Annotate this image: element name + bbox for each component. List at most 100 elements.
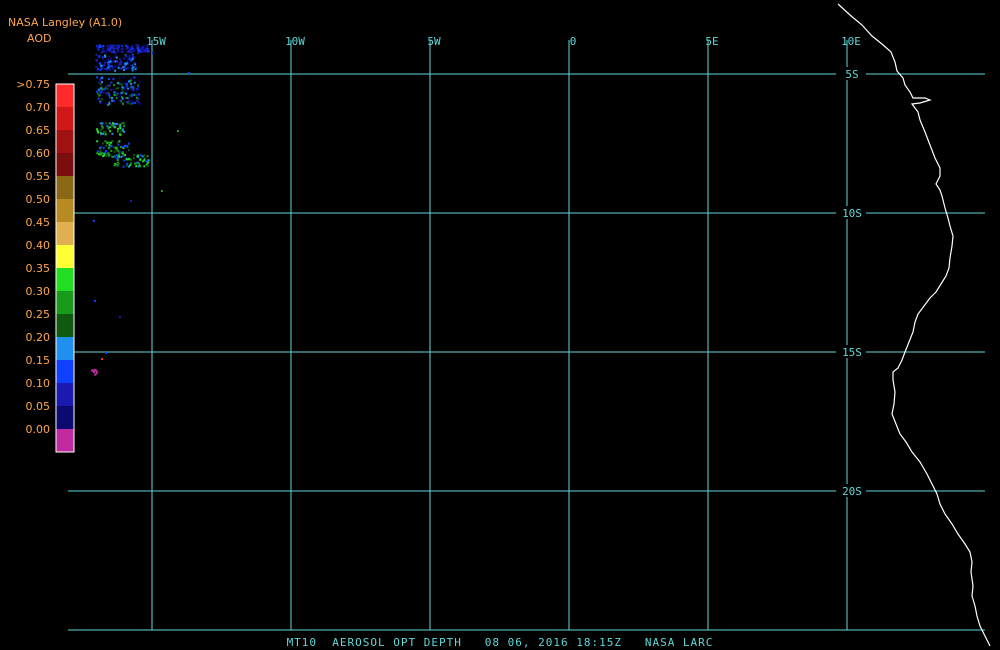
aod-pixel bbox=[121, 51, 124, 54]
aod-pixel bbox=[119, 83, 122, 86]
legend-label: 0.15 bbox=[25, 354, 51, 367]
aod-pixel bbox=[133, 88, 136, 91]
aod-pixel bbox=[120, 91, 123, 94]
aod-pixel bbox=[105, 352, 107, 354]
aod-pixel bbox=[116, 141, 119, 144]
aod-pixel bbox=[118, 63, 121, 66]
aod-pixel bbox=[124, 47, 127, 50]
aod-pixel bbox=[147, 50, 149, 53]
aod-pixel bbox=[114, 155, 117, 158]
aod-pixel bbox=[129, 47, 132, 50]
aod-pixel bbox=[97, 48, 100, 51]
aod-pixel bbox=[96, 152, 99, 155]
aod-pixel bbox=[107, 152, 110, 155]
aod-pixel bbox=[102, 50, 105, 53]
aod-pixel bbox=[112, 122, 114, 125]
aod-pixel bbox=[125, 44, 128, 47]
aod-pixel bbox=[144, 50, 147, 53]
aod-pixel bbox=[105, 144, 108, 147]
aod-pixel bbox=[114, 69, 117, 72]
aod-pixel bbox=[135, 162, 138, 165]
aod-pixel bbox=[100, 82, 102, 85]
latitude-label: 10S bbox=[842, 207, 862, 220]
longitude-label: 10E bbox=[841, 35, 861, 48]
aod-pixel bbox=[121, 83, 124, 86]
aod-pixel bbox=[96, 76, 98, 79]
aod-pixel bbox=[128, 142, 130, 145]
aod-pixel bbox=[131, 93, 134, 96]
aod-pixel bbox=[113, 91, 116, 94]
aod-pixel bbox=[101, 152, 104, 155]
source-label: NASA Langley (A1.0) bbox=[8, 16, 123, 29]
aod-pixel bbox=[137, 101, 140, 104]
aod-pixel bbox=[110, 150, 113, 152]
aod-pixel bbox=[120, 155, 123, 158]
aod-pixel bbox=[136, 44, 139, 47]
aod-pixel bbox=[114, 47, 116, 50]
aod-pixel bbox=[99, 62, 102, 65]
aod-pixel bbox=[144, 47, 147, 50]
aod-pixel bbox=[146, 44, 149, 47]
aod-pixel bbox=[99, 45, 102, 48]
latitude-label: 5S bbox=[845, 68, 858, 81]
aod-pixel bbox=[116, 163, 119, 166]
aod-pixel bbox=[177, 130, 179, 132]
aod-pixel bbox=[104, 140, 107, 143]
aod-pixel bbox=[121, 151, 124, 154]
map-caption: MT10 AEROSOL OPT DEPTH 08 06, 2016 18:15… bbox=[286, 636, 714, 649]
aod-pixel bbox=[94, 300, 96, 302]
aod-pixel bbox=[137, 84, 140, 86]
aod-pixel bbox=[126, 162, 129, 165]
aod-pixel bbox=[134, 66, 137, 69]
aod-pixel bbox=[116, 159, 119, 162]
aod-pixel bbox=[130, 83, 133, 86]
aod-pixel bbox=[101, 142, 104, 145]
aod-pixel bbox=[103, 64, 106, 67]
aod-pixel bbox=[98, 55, 101, 58]
aod-pixel bbox=[113, 146, 116, 149]
aod-pixel bbox=[121, 86, 124, 89]
aod-pixel bbox=[99, 122, 102, 125]
aod-pixel bbox=[110, 101, 112, 104]
aod-pixel bbox=[108, 78, 110, 80]
aod-pixel bbox=[122, 66, 125, 69]
aod-pixel bbox=[140, 48, 143, 50]
aod-pixel bbox=[139, 50, 142, 53]
aod-pixel bbox=[104, 133, 107, 136]
aod-pixel bbox=[93, 220, 95, 222]
aod-pixel bbox=[161, 190, 163, 192]
aod-pixel bbox=[131, 102, 134, 105]
aod-pixel bbox=[100, 146, 103, 149]
aod-pixel bbox=[108, 103, 111, 105]
aod-pixel bbox=[97, 68, 100, 71]
aod-pixel bbox=[139, 158, 142, 161]
aod-pixel bbox=[101, 358, 103, 360]
aod-pixel bbox=[120, 49, 123, 52]
aod-pixel bbox=[96, 140, 99, 143]
aod-pixel bbox=[115, 94, 118, 97]
longitude-label: 15W bbox=[146, 35, 166, 48]
aod-pixel bbox=[119, 94, 122, 97]
aod-pixel bbox=[96, 45, 99, 48]
aod-pixel bbox=[109, 126, 112, 129]
legend-label: 0.40 bbox=[25, 239, 51, 252]
aod-pixel bbox=[113, 84, 116, 87]
aod-pixel bbox=[99, 77, 102, 80]
aod-pixel bbox=[126, 58, 129, 61]
aod-pixel bbox=[115, 56, 118, 59]
aod-pixel bbox=[126, 97, 129, 100]
aod-pixel bbox=[118, 44, 121, 47]
legend-label: 0.30 bbox=[25, 285, 51, 298]
legend-label: 0.45 bbox=[25, 216, 51, 229]
aod-pixel bbox=[99, 101, 102, 104]
aod-pixel bbox=[124, 96, 127, 99]
aod-pixel bbox=[102, 147, 105, 150]
aod-pixel bbox=[127, 67, 129, 70]
aod-pixel bbox=[123, 145, 126, 147]
aod-pixel bbox=[118, 76, 121, 79]
aod-pixel bbox=[147, 159, 150, 162]
aod-pixel bbox=[103, 88, 106, 91]
aod-pixel bbox=[122, 165, 125, 168]
aod-pixel bbox=[138, 102, 141, 105]
aod-pixel bbox=[110, 50, 113, 53]
